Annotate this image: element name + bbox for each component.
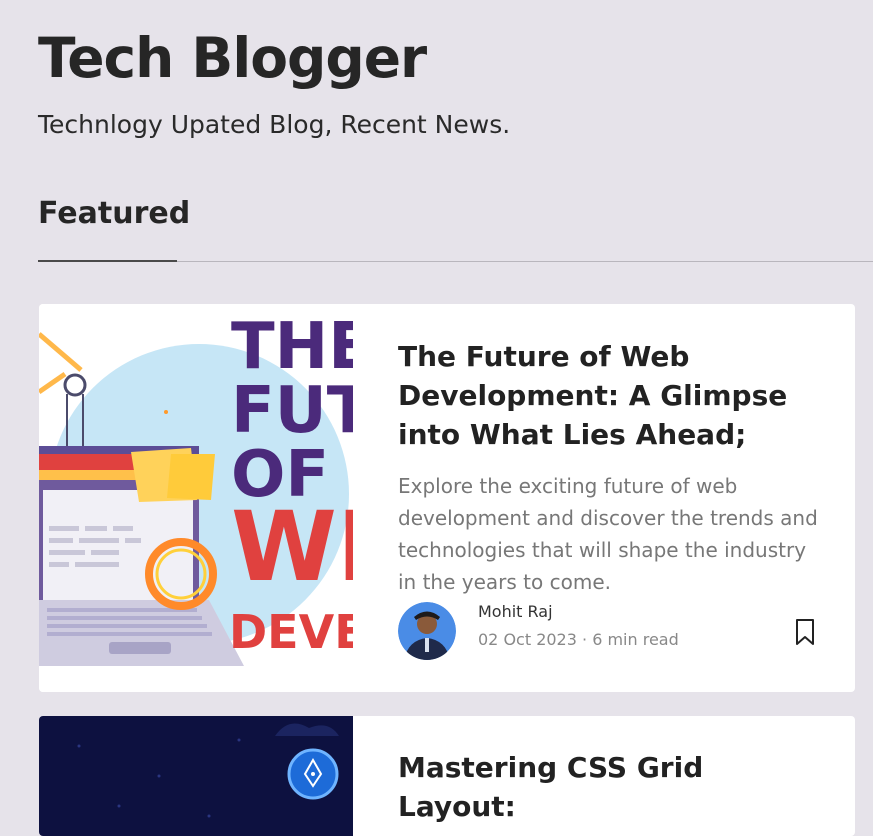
bookmark-icon[interactable] — [793, 618, 817, 646]
site-title: Tech Blogger — [38, 26, 427, 90]
post-title[interactable]: The Future of Web Development: A Glimpse… — [398, 337, 818, 454]
post-meta: 02 Oct 2023 · 6 min read — [478, 630, 679, 649]
site-tagline: Technlogy Upated Blog, Recent News. — [38, 110, 511, 139]
post-thumbnail[interactable] — [39, 716, 353, 836]
author-name[interactable]: Mohit Raj — [478, 602, 553, 621]
post-card[interactable]: Mastering CSS Grid Layout: — [39, 716, 855, 836]
post-card[interactable]: THE FUT OF WE DEVE The Future of Web Dev… — [39, 304, 855, 692]
read-time: 6 min read — [592, 630, 679, 649]
thumbnail-text: WE — [231, 491, 353, 603]
thumbnail-text: THE — [231, 310, 353, 384]
post-date: 02 Oct 2023 — [478, 630, 577, 649]
post-description: Explore the exciting future of web devel… — [398, 474, 818, 594]
section-heading-featured: Featured — [38, 196, 191, 231]
meta-separator: · — [576, 630, 593, 649]
post-author-row: Mohit Raj 02 Oct 2023 · 6 min read — [398, 600, 828, 664]
post-title[interactable]: Mastering CSS Grid Layout: — [398, 748, 818, 826]
post-thumbnail[interactable]: THE FUT OF WE DEVE — [39, 304, 353, 692]
thumbnail-text: DEVE — [229, 605, 353, 659]
author-avatar[interactable] — [398, 602, 456, 660]
thumbnail-text: FUT — [231, 374, 353, 448]
section-divider-active — [38, 260, 177, 262]
